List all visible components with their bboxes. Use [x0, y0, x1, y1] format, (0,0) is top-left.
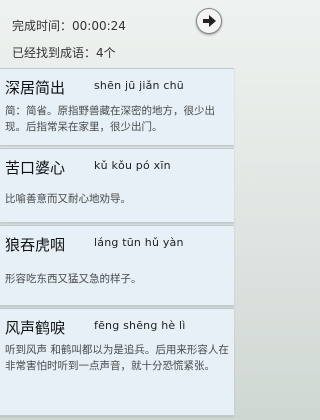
- idiom-card[interactable]: 风声鹤唳 fēng shēng hè lì 听到风声 和鹤叫都以为是追兵。后用来…: [0, 308, 234, 416]
- idiom-title: 狼吞虎咽: [5, 236, 66, 254]
- header: 完成时间：00:00:24 已经找到成语：4个: [0, 0, 236, 66]
- idiom-description: 听到风声 和鹤叫都以为是追兵。后用来形容人在非常害怕时听到一点声音，就十分恐慌紧…: [5, 344, 229, 372]
- idiom-title: 苦口婆心: [5, 159, 66, 177]
- idiom-pinyin: láng tūn hǔ yàn: [94, 236, 184, 249]
- idiom-pinyin: fēng shēng hè lì: [94, 319, 186, 332]
- idiom-description: 简：简省。原指野兽藏在深密的地方，很少出现。后指常呆在家里，很少出门。: [5, 105, 215, 133]
- next-button[interactable]: [196, 8, 222, 34]
- idiom-card[interactable]: 深居简出 shēn jū jiǎn chū 简：简省。原指野兽藏在深密的地方，很…: [0, 68, 234, 146]
- idiom-description: 比喻善意而又耐心地劝导。: [5, 193, 131, 205]
- found-count: 已经找到成语：4个: [12, 46, 116, 60]
- arrow-right-icon: [203, 15, 216, 27]
- idiom-card[interactable]: 苦口婆心 kǔ kǒu pó xīn 比喻善意而又耐心地劝导。: [0, 148, 234, 223]
- idiom-pinyin: kǔ kǒu pó xīn: [94, 159, 171, 172]
- idiom-card[interactable]: 狼吞虎咽 láng tūn hǔ yàn 形容吃东西又猛又急的样子。: [0, 225, 234, 306]
- idiom-title: 风声鹤唳: [5, 319, 66, 337]
- idiom-description: 形容吃东西又猛又急的样子。: [5, 273, 142, 285]
- idiom-pinyin: shēn jū jiǎn chū: [94, 79, 184, 92]
- elapsed-time: 完成时间：00:00:24: [12, 19, 126, 33]
- idiom-title: 深居简出: [5, 79, 66, 97]
